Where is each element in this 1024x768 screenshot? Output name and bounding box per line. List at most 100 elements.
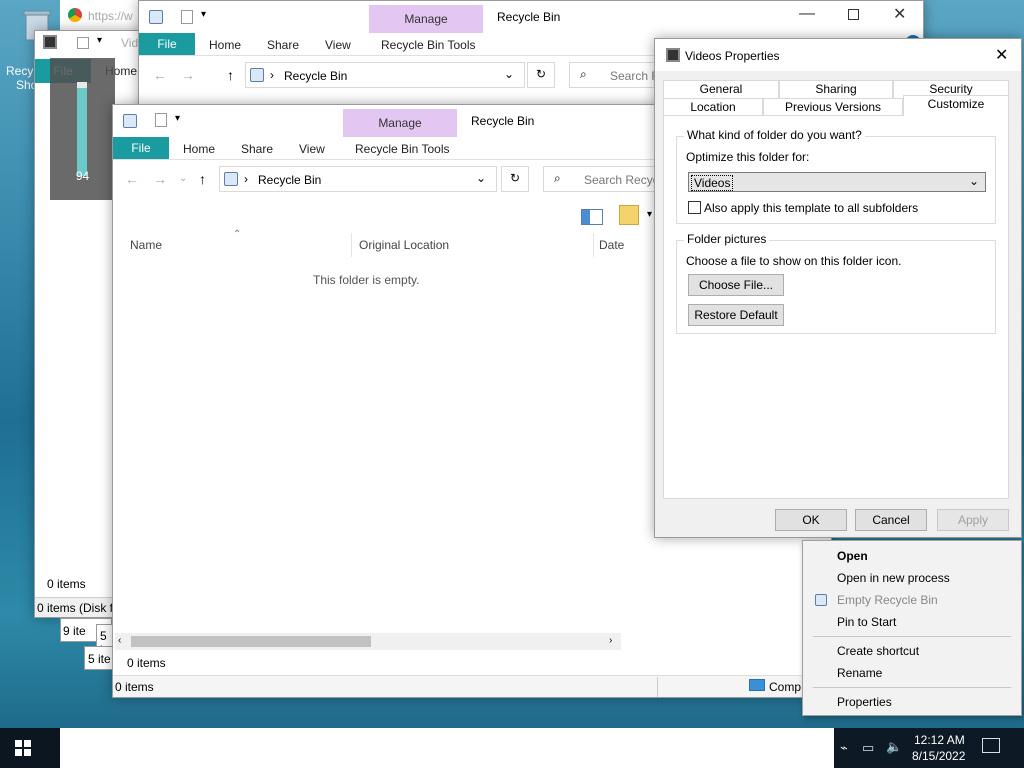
home-tab[interactable]: Home (183, 142, 215, 156)
menu-rename[interactable]: Rename (837, 666, 882, 680)
address-bar[interactable]: › Recycle Bin ⌄ (219, 166, 497, 192)
video-folder-icon (666, 48, 680, 62)
column-name[interactable]: Name (130, 238, 162, 252)
optimize-select[interactable]: Videos ⌄ (688, 172, 986, 192)
view-dropdown-icon[interactable]: ▾ (647, 209, 652, 220)
menu-empty-recycle-bin[interactable]: Empty Recycle Bin (837, 593, 938, 607)
status-items: 0 items (115, 680, 154, 694)
column-date[interactable]: Date (599, 238, 624, 252)
menu-separator (813, 636, 1011, 637)
recent-locations-icon[interactable]: ⌄ (179, 173, 187, 184)
network-off-icon[interactable]: ⌁ (840, 740, 848, 756)
address-bar[interactable]: › Recycle Bin ⌄ (245, 62, 525, 88)
chevron-down-icon[interactable]: ⌄ (504, 67, 514, 81)
restore-default-button[interactable]: Restore Default (688, 304, 784, 326)
search-placeholder: Search Recycl (584, 173, 662, 187)
taskbar-apps-area (60, 728, 834, 768)
up-icon[interactable]: ↑ (199, 171, 206, 187)
refresh-button[interactable]: ↻ (527, 62, 555, 88)
up-icon[interactable]: ↑ (227, 67, 234, 83)
back-icon[interactable]: ← (125, 171, 139, 187)
refresh-icon: ↻ (510, 171, 521, 185)
properties-icon[interactable] (155, 113, 167, 127)
gauge-widget: 94 (50, 58, 115, 200)
close-icon[interactable]: ✕ (893, 4, 906, 24)
forward-icon[interactable]: → (153, 171, 167, 187)
menu-create-shortcut[interactable]: Create shortcut (837, 644, 919, 658)
properties-icon[interactable] (77, 37, 89, 49)
window-title: Recycle Bin (471, 114, 535, 128)
recycle-bin-icon (224, 172, 238, 186)
qat-dropdown-icon[interactable]: ▾ (175, 113, 180, 124)
scrollbar-thumb[interactable] (131, 636, 371, 647)
clock-date[interactable]: 8/15/2022 (912, 749, 965, 763)
stacked-window-3[interactable]: 5 ite (84, 646, 114, 670)
menu-open-new-process[interactable]: Open in new process (837, 571, 950, 585)
choose-label: Choose a file to show on this folder ico… (686, 254, 902, 268)
minimize-icon[interactable]: — (799, 5, 815, 23)
recycle-bin-icon (250, 68, 264, 82)
file-tab[interactable]: File (113, 137, 169, 159)
sort-ascending-icon: ⌃ (233, 229, 242, 240)
volume-icon[interactable]: 🔈 (886, 739, 902, 755)
manage-tab[interactable]: Manage (343, 109, 457, 137)
choose-file-button[interactable]: Choose File... (688, 274, 784, 296)
details-pane-icon[interactable] (581, 209, 603, 225)
tab-sharing[interactable]: Sharing (779, 80, 893, 98)
start-button[interactable] (0, 728, 60, 768)
subfolders-label[interactable]: Also apply this template to all subfolde… (704, 201, 918, 215)
view-tab[interactable]: View (299, 142, 325, 156)
clock-time[interactable]: 12:12 AM (914, 733, 965, 747)
group-title: What kind of folder do you want? (684, 128, 865, 142)
context-menu: Open Open in new process Empty Recycle B… (802, 540, 1022, 716)
column-original-location[interactable]: Original Location (359, 238, 449, 252)
tab-customize[interactable]: Customize (903, 95, 1009, 116)
inner-status: 0 items (127, 656, 166, 670)
address-text: Recycle Bin (284, 69, 348, 83)
properties-icon[interactable] (181, 10, 193, 24)
recycle-bin-icon (123, 114, 137, 128)
group-title: Folder pictures (684, 232, 770, 246)
maximize-icon[interactable] (848, 9, 859, 20)
notification-icon[interactable] (982, 738, 1000, 753)
recycle-bin-icon (815, 594, 827, 606)
tab-location[interactable]: Location (663, 98, 763, 116)
gauge-value: 94 (75, 169, 90, 183)
cancel-button[interactable]: Cancel (855, 509, 927, 531)
tools-tab[interactable]: Recycle Bin Tools (381, 38, 476, 52)
folder-options-icon[interactable] (619, 205, 639, 225)
ok-button[interactable]: OK (775, 509, 847, 531)
menu-separator (813, 687, 1011, 688)
search-icon: ⌕ (554, 171, 561, 185)
chevron-right-icon: › (244, 172, 248, 186)
close-icon[interactable]: ✕ (995, 45, 1008, 65)
refresh-button[interactable]: ↻ (501, 166, 529, 192)
network-icon[interactable]: ▭ (862, 740, 874, 756)
qat-dropdown-icon[interactable]: ▾ (97, 35, 102, 46)
apply-button[interactable]: Apply (937, 509, 1009, 531)
view-tab[interactable]: View (325, 38, 351, 52)
subfolders-checkbox[interactable] (688, 201, 701, 214)
recycle-tools-tab[interactable]: Recycle Bin Tools (355, 142, 450, 156)
menu-open[interactable]: Open (837, 549, 868, 563)
scroll-right-icon[interactable]: › (609, 635, 612, 646)
tab-general[interactable]: General (663, 80, 779, 98)
menu-properties[interactable]: Properties (837, 695, 892, 709)
share-tab[interactable]: Share (267, 38, 299, 52)
stacked-window-label: 9 ite (63, 624, 86, 638)
chevron-down-icon[interactable]: ⌄ (476, 171, 486, 185)
chrome-url[interactable]: https://w (88, 9, 133, 23)
file-tab[interactable]: File (139, 33, 195, 55)
horizontal-scrollbar[interactable]: ‹ › (115, 633, 621, 650)
tab-previous-versions[interactable]: Previous Versions (763, 98, 903, 116)
share-tab[interactable]: Share (241, 142, 273, 156)
forward-icon[interactable]: → (181, 67, 195, 83)
home-tab[interactable]: Home (209, 38, 241, 52)
back-icon[interactable]: ← (153, 67, 167, 83)
window-title: Vid (121, 36, 139, 50)
search-icon: ⌕ (580, 67, 587, 81)
scroll-left-icon[interactable]: ‹ (118, 635, 121, 646)
manage-tab[interactable]: Manage (369, 5, 483, 33)
qat-dropdown-icon[interactable]: ▾ (201, 9, 206, 20)
menu-pin-to-start[interactable]: Pin to Start (837, 615, 896, 629)
